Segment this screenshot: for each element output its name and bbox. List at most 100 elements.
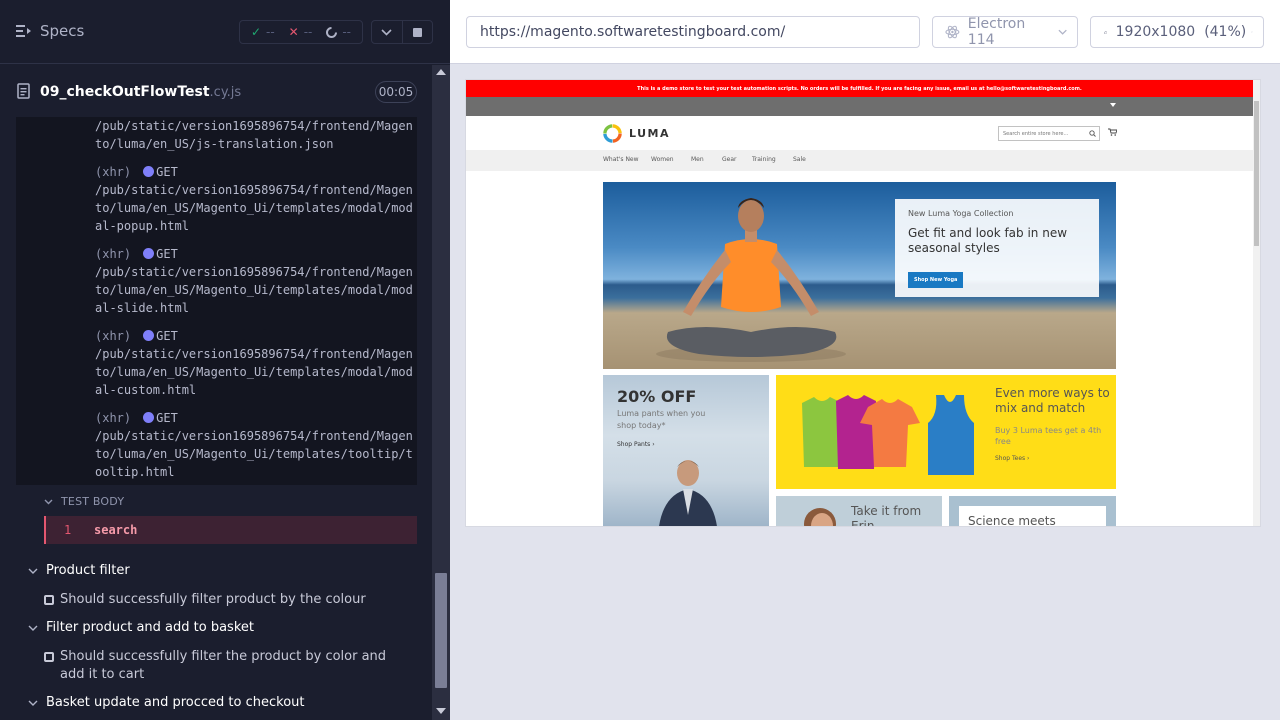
suite-product-filter[interactable]: Product filter bbox=[28, 563, 130, 578]
test-stats: ✓ -- ✕ -- -- bbox=[239, 20, 363, 44]
nav-training[interactable]: Training bbox=[752, 156, 776, 163]
promo-erin[interactable]: Take it from Erin bbox=[776, 496, 942, 526]
log-url: /pub/static/version1695896754/frontend/M… bbox=[95, 265, 413, 315]
chevron-down-icon bbox=[28, 625, 38, 631]
aut-scrollbar[interactable] bbox=[1253, 80, 1260, 526]
xhr-dot-icon bbox=[143, 248, 155, 259]
log-method: GET bbox=[156, 247, 178, 261]
viewport-selector[interactable]: 1920x1080 (41%) bbox=[1090, 16, 1264, 48]
log-entry[interactable]: /pub/static/version1695896754/frontend/M… bbox=[95, 117, 415, 153]
log-entry[interactable]: (xhr) GET /pub/static/version1695896754/f… bbox=[95, 327, 415, 399]
test-item[interactable]: Should successfully filter the product b… bbox=[44, 648, 394, 684]
promo-tees-text: Buy 3 Luma tees get a 4th free bbox=[995, 426, 1102, 446]
aut-iframe[interactable]: This is a demo store to test your test a… bbox=[466, 80, 1260, 526]
xhr-dot-icon bbox=[143, 330, 155, 341]
log-tag: (xhr) bbox=[95, 247, 132, 261]
scroll-up-icon[interactable] bbox=[436, 69, 446, 75]
promo-tees[interactable]: Even more ways to mix and match Buy 3 Lu… bbox=[776, 375, 1116, 489]
log-method: GET bbox=[156, 329, 178, 343]
spec-file-ext: .cy.js bbox=[209, 85, 242, 100]
log-tag: (xhr) bbox=[95, 165, 132, 179]
specs-button[interactable]: Specs bbox=[16, 22, 84, 40]
pending-stat: -- bbox=[326, 25, 351, 39]
passed-stat: ✓ -- bbox=[251, 25, 275, 39]
luma-logo-icon bbox=[603, 124, 622, 143]
reporter-scrollbar[interactable] bbox=[432, 65, 450, 720]
luma-logo[interactable]: LUMA bbox=[603, 124, 670, 143]
browser-name: Electron 114 bbox=[967, 16, 1026, 48]
promo-erin-headline: Take it from Erin bbox=[851, 504, 922, 526]
shop-pants-link[interactable]: Shop Pants › bbox=[617, 441, 655, 448]
stop-icon bbox=[412, 27, 422, 37]
hero-title: Get fit and look fab in new seasonal sty… bbox=[908, 226, 1068, 255]
man-hoodie-image bbox=[659, 460, 717, 526]
document-icon bbox=[17, 83, 30, 99]
shop-new-yoga-button[interactable]: Shop New Yoga bbox=[908, 272, 964, 288]
specs-list-icon bbox=[16, 25, 31, 37]
viewport-size: 1920x1080 bbox=[1115, 24, 1196, 40]
browser-selector[interactable]: Electron 114 bbox=[932, 16, 1078, 48]
scroll-thumb[interactable] bbox=[435, 573, 447, 688]
command-row[interactable]: 1 search bbox=[44, 516, 417, 544]
nav-women[interactable]: Women bbox=[651, 156, 674, 163]
failed-count: -- bbox=[303, 25, 313, 39]
hero-kicker: New Luma Yoga Collection bbox=[908, 209, 1014, 218]
command-log: /pub/static/version1695896754/frontend/M… bbox=[16, 117, 417, 485]
pending-count: -- bbox=[342, 25, 352, 39]
promo-pants-text: Luma pants when you shop today* bbox=[617, 409, 706, 430]
chevron-down-icon bbox=[28, 700, 38, 706]
promo-science[interactable]: Science meets bbox=[949, 496, 1116, 526]
log-entry[interactable]: (xhr) GET /pub/static/version1695896754/f… bbox=[95, 409, 415, 481]
log-entry[interactable]: (xhr) GET /pub/static/version1695896754/f… bbox=[95, 163, 415, 235]
promo-pants[interactable]: 20% OFF Luma pants when you shop today* … bbox=[603, 375, 769, 526]
spec-file-name: 09_checkOutFlowTest.cy.js bbox=[40, 84, 241, 100]
nav-gear[interactable]: Gear bbox=[722, 156, 736, 163]
cart-icon[interactable] bbox=[1108, 128, 1117, 136]
test-item[interactable]: Should successfully filter product by th… bbox=[44, 591, 394, 609]
command-number: 1 bbox=[64, 523, 72, 537]
spec-duration: 00:05 bbox=[375, 81, 417, 103]
search-icon[interactable] bbox=[1089, 130, 1096, 137]
command-name: search bbox=[94, 523, 138, 537]
scroll-down-icon[interactable] bbox=[436, 708, 446, 714]
specs-label: Specs bbox=[40, 22, 85, 40]
test-status-icon bbox=[44, 595, 54, 605]
passed-count: -- bbox=[266, 25, 275, 39]
check-icon: ✓ bbox=[250, 25, 262, 39]
log-tag: (xhr) bbox=[95, 411, 132, 425]
panel-header-bar bbox=[466, 97, 1253, 116]
suite-basket-checkout[interactable]: Basket update and procced to checkout bbox=[28, 695, 305, 710]
toggle-view-button[interactable] bbox=[372, 21, 402, 43]
test-body-header[interactable]: TEST BODY bbox=[44, 495, 124, 508]
chevron-down-icon bbox=[1251, 31, 1253, 33]
shop-tees-link[interactable]: Shop Tees › bbox=[995, 455, 1029, 462]
viewport-scale: (41%) bbox=[1204, 24, 1247, 40]
xhr-dot-icon bbox=[143, 412, 155, 423]
nav-men[interactable]: Men bbox=[691, 156, 704, 163]
aut-scroll-thumb[interactable] bbox=[1254, 101, 1259, 246]
log-method: GET bbox=[156, 411, 178, 425]
spec-file-header[interactable]: 09_checkOutFlowTest.cy.js 00:05 bbox=[0, 65, 432, 117]
nav-whats-new[interactable]: What's New bbox=[603, 156, 639, 163]
aut-url-field[interactable]: https://magento.softwaretestingboard.com… bbox=[466, 16, 920, 48]
aut-header: https://magento.softwaretestingboard.com… bbox=[450, 0, 1280, 64]
nav-sale[interactable]: Sale bbox=[793, 156, 806, 163]
run-controls bbox=[371, 20, 433, 44]
site-search-input[interactable]: Search entire store here... bbox=[998, 126, 1100, 141]
reporter-panel: Specs ✓ -- ✕ -- -- 09_checkOutFlowTest.c… bbox=[0, 0, 450, 720]
log-entry[interactable]: (xhr) GET /pub/static/version1695896754/f… bbox=[95, 245, 415, 317]
chevron-down-icon bbox=[28, 568, 38, 574]
hero-banner[interactable]: New Luma Yoga Collection Get fit and loo… bbox=[603, 182, 1116, 369]
log-url: /pub/static/version1695896754/frontend/M… bbox=[95, 119, 413, 151]
stop-button[interactable] bbox=[401, 21, 433, 43]
hero-text-panel: New Luma Yoga Collection Get fit and loo… bbox=[895, 199, 1099, 297]
chevron-down-icon[interactable] bbox=[1110, 103, 1116, 107]
test-status-icon bbox=[44, 652, 54, 662]
promo-pants-headline: 20% OFF bbox=[617, 387, 697, 406]
suite-filter-add-basket[interactable]: Filter product and add to basket bbox=[28, 620, 254, 635]
test-title: Should successfully filter the product b… bbox=[60, 649, 387, 682]
log-tag: (xhr) bbox=[95, 329, 132, 343]
test-title: Should successfully filter product by th… bbox=[60, 592, 366, 607]
x-icon: ✕ bbox=[288, 25, 299, 39]
yoga-woman-image bbox=[656, 198, 846, 362]
